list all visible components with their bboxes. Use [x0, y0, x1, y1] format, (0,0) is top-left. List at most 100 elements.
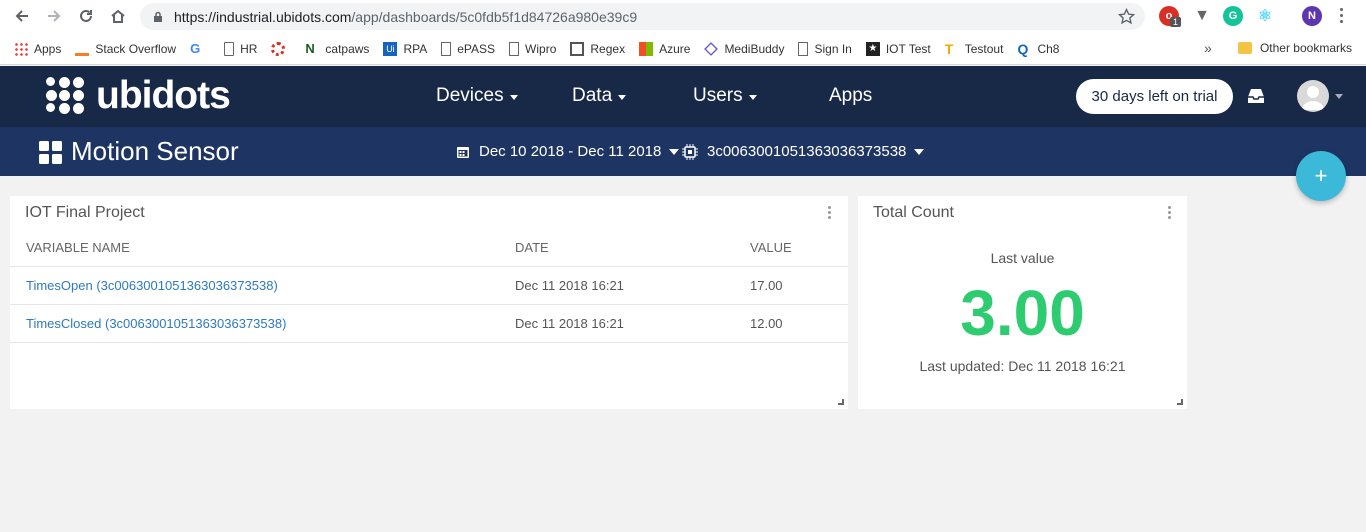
medibuddy-icon — [704, 41, 719, 56]
page-icon — [509, 41, 520, 56]
url-text: https://industrial.ubidots.com/app/dashb… — [174, 9, 637, 25]
widget-title: IOT Final Project — [25, 204, 145, 221]
bookmark-label: HR — [240, 41, 258, 56]
bookmark-circle[interactable] — [271, 41, 291, 56]
table-header-row: VARIABLE NAME DATE VALUE — [10, 230, 848, 267]
bookmark-testout[interactable]: T Testout — [945, 42, 1004, 56]
nav-users[interactable]: Users — [693, 85, 757, 107]
react-devtools-icon[interactable]: ⚛ — [1255, 6, 1275, 26]
column-header: VALUE — [750, 230, 848, 267]
column-header: DATE — [515, 230, 750, 267]
address-bar[interactable]: https://industrial.ubidots.com/app/dashb… — [140, 3, 1145, 30]
bookmark-sign-in[interactable]: Sign In — [798, 41, 852, 56]
browser-toolbar: https://industrial.ubidots.com/app/dashb… — [0, 0, 1366, 33]
microsoft-icon — [639, 41, 654, 56]
other-bookmarks-label: Other bookmarks — [1259, 41, 1352, 55]
table-cell-value: 12.00 — [750, 304, 848, 343]
bookmark-label: Sign In — [814, 41, 852, 56]
logo-dots-icon — [44, 74, 90, 118]
browser-menu-icon[interactable] — [1340, 8, 1344, 23]
variable-link[interactable]: TimesOpen (3c0063001051363036373538) — [10, 266, 515, 305]
chevron-down-icon — [669, 148, 680, 155]
table-row: TimesClosed (3c0063001051363036373538) D… — [10, 304, 848, 343]
lifesaver-icon — [271, 41, 286, 56]
bookmark-epass[interactable]: ePASS — [441, 41, 495, 56]
lock-icon — [154, 11, 162, 22]
bookmark-rpa[interactable]: Ui RPA — [383, 41, 427, 56]
date-range-label: Dec 10 2018 - Dec 11 2018 — [479, 143, 662, 160]
chevron-down-icon — [914, 148, 925, 155]
user-avatar[interactable] — [1297, 80, 1329, 112]
bookmark-wipro[interactable]: Wipro — [509, 41, 556, 56]
chevron-down-icon — [748, 94, 757, 100]
resize-handle[interactable] — [1177, 399, 1183, 405]
date-range-picker[interactable]: Dec 10 2018 - Dec 11 2018 — [456, 143, 680, 160]
table-cell-value: 17.00 — [750, 266, 848, 305]
reload-icon[interactable] — [70, 0, 102, 32]
trial-button[interactable]: 30 days left on trial — [1076, 79, 1233, 114]
last-value-label: Last value — [990, 250, 1055, 266]
bookmark-azure[interactable]: Azure — [639, 41, 691, 56]
home-icon[interactable] — [102, 0, 134, 32]
page-icon — [798, 41, 809, 56]
nav-label: Apps — [829, 85, 873, 106]
nav-label: Devices — [436, 85, 504, 106]
column-header: VARIABLE NAME — [10, 230, 515, 267]
folder-icon — [1237, 42, 1252, 54]
last-updated-text: Last updated: Dec 11 2018 16:21 — [919, 358, 1126, 374]
metric-value: 3.00 — [960, 277, 1085, 349]
star-badge-icon: ★ — [865, 41, 880, 56]
bookmark-ch8[interactable]: Q Ch8 — [1017, 42, 1059, 56]
page-title: Motion Sensor — [71, 136, 239, 166]
q-icon: Q — [1017, 40, 1029, 57]
device-label: 3c0063001051363036373538 — [707, 143, 907, 160]
bookmark-hr[interactable]: HR — [224, 41, 258, 56]
bookmark-catpaws[interactable]: Ncatpaws — [305, 41, 370, 56]
chevron-down-icon — [618, 94, 627, 100]
nav-label: Users — [693, 85, 743, 106]
bookmark-iot-test[interactable]: ★ IOT Test — [865, 41, 931, 56]
bookmark-medibuddy[interactable]: MediBuddy — [704, 42, 784, 56]
bookmark-label: Stack Overflow — [95, 41, 177, 56]
grammarly-icon[interactable]: G — [1223, 6, 1243, 26]
table-cell-date: Dec 11 2018 16:21 — [515, 266, 750, 305]
widget-menu-icon[interactable] — [828, 206, 832, 220]
nav-apps[interactable]: Apps — [829, 85, 872, 107]
extension-vee-icon[interactable]: ▼ — [1192, 6, 1212, 26]
bookmark-star-icon[interactable] — [1118, 8, 1135, 25]
inbox-icon[interactable] — [1246, 87, 1266, 105]
bookmark-google[interactable]: G — [190, 41, 210, 56]
nav-data[interactable]: Data — [572, 85, 627, 107]
chip-icon — [682, 143, 698, 160]
profile-avatar[interactable]: N — [1302, 6, 1322, 26]
bookmark-apps[interactable]: Apps — [14, 41, 62, 56]
bookmark-label: Apps — [34, 41, 62, 56]
nav-devices[interactable]: Devices — [436, 85, 518, 107]
forward-icon[interactable] — [38, 0, 70, 32]
bookmarks-overflow-icon[interactable]: » — [1204, 40, 1212, 56]
bookmark-label: Regex — [590, 41, 626, 56]
variable-link[interactable]: TimesClosed (3c0063001051363036373538) — [10, 304, 515, 343]
ubidots-logo[interactable]: ubidots — [44, 74, 231, 118]
bookmark-stack-overflow[interactable]: Stack Overflow — [75, 42, 176, 56]
bookmark-label: Azure — [659, 41, 691, 56]
apps-grid-icon — [14, 41, 28, 56]
extension-badge: 1 — [1170, 17, 1182, 27]
add-widget-button[interactable]: + — [1296, 151, 1346, 201]
bookmark-label: catpaws — [325, 41, 370, 56]
widget-menu-icon[interactable] — [1168, 206, 1172, 220]
other-bookmarks[interactable]: Other bookmarks — [1237, 41, 1352, 55]
profile-initial: N — [1308, 10, 1316, 22]
bookmark-label: Ch8 — [1037, 41, 1060, 56]
chevron-down-icon[interactable] — [1335, 94, 1343, 99]
metric-widget: Total Count Last value 3.00 Last updated… — [858, 196, 1187, 409]
back-icon[interactable] — [6, 0, 38, 32]
table-row: TimesOpen (3c0063001051363036373538) Dec… — [10, 266, 848, 305]
bookmark-regex[interactable]: Regex — [570, 41, 626, 56]
table-cell-date: Dec 11 2018 16:21 — [515, 304, 750, 343]
url-path: /app/dashboards/5c0fdb5f1d84726a980e39c9 — [351, 8, 638, 25]
dashboard-grid-icon[interactable] — [39, 141, 63, 165]
resize-handle[interactable] — [838, 399, 844, 405]
regex-icon — [570, 41, 585, 56]
device-selector[interactable]: 3c0063001051363036373538 — [682, 143, 925, 160]
